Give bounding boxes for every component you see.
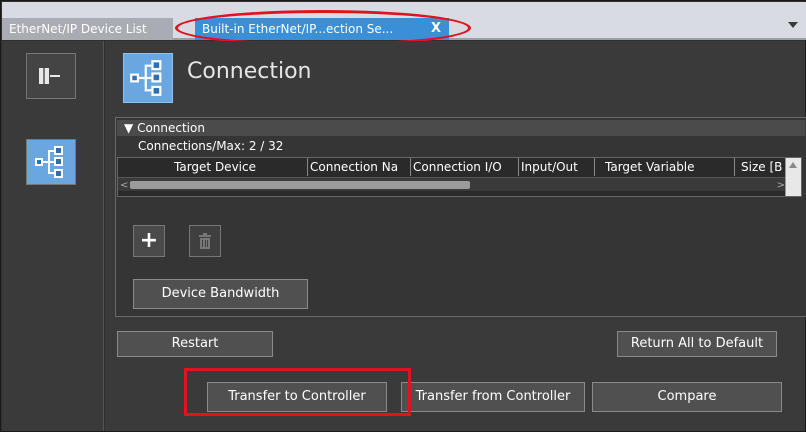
column-header[interactable]: Connection Na (307, 158, 410, 176)
table-header: Target Device Connection Na Connection I… (118, 158, 788, 176)
main-content: Connection ▼ Connection Connections/Max:… (105, 41, 806, 431)
tab-connection-settings[interactable]: Built-in EtherNet/IP...ection Se... X (195, 18, 449, 40)
connection-panel: ▼ Connection Connections/Max: 2 / 32 Tar… (115, 117, 806, 317)
connection-section-toggle[interactable]: ▼ Connection (117, 120, 805, 136)
device-icon (39, 68, 60, 84)
sidebar-item-device[interactable] (26, 53, 76, 99)
column-header[interactable]: Target Variable (594, 158, 734, 176)
window-frame: EtherNet/IP Device List Built-in EtherNe… (0, 0, 806, 432)
scroll-up-icon[interactable] (789, 162, 797, 168)
tab-connection-settings-label: Built-in EtherNet/IP...ection Se... (202, 22, 394, 36)
tab-device-list-label: EtherNet/IP Device List (9, 22, 147, 36)
transfer-to-controller-button[interactable]: Transfer to Controller (207, 382, 387, 412)
connections-max-label: Connections/Max: 2 / 32 (138, 139, 284, 153)
scroll-left-icon[interactable]: < (120, 180, 128, 191)
expand-triangle-icon: ▼ (124, 121, 134, 135)
tab-menu-chevron-icon[interactable] (788, 22, 798, 28)
plus-icon: + (139, 228, 159, 253)
transfer-from-controller-button[interactable]: Transfer from Controller (401, 382, 585, 412)
column-header[interactable]: Target Device (174, 158, 256, 176)
vertical-scrollbar[interactable] (785, 158, 801, 196)
connection-tree-icon (35, 146, 63, 178)
editor-tab-bar: EtherNet/IP Device List Built-in EtherNe… (2, 2, 806, 40)
return-all-to-default-button[interactable]: Return All to Default (617, 331, 777, 357)
tab-device-list[interactable]: EtherNet/IP Device List (2, 18, 173, 40)
column-header[interactable]: Input/Out (518, 158, 593, 176)
page-title: Connection (187, 59, 312, 84)
connection-table[interactable]: Target Device Connection Na Connection I… (117, 157, 802, 197)
compare-button[interactable]: Compare (592, 382, 782, 412)
add-connection-button[interactable]: + (133, 225, 165, 257)
device-bandwidth-button[interactable]: Device Bandwidth (133, 279, 308, 309)
connection-tree-icon (123, 53, 173, 103)
column-header[interactable]: Size [B (734, 158, 788, 176)
section-title: Connection (137, 121, 205, 135)
left-sidebar (2, 41, 104, 431)
delete-connection-button[interactable] (189, 225, 221, 257)
close-icon[interactable]: X (431, 18, 441, 40)
scroll-right-icon[interactable]: > (777, 180, 785, 191)
trash-icon (199, 233, 211, 249)
scroll-thumb[interactable] (130, 181, 470, 189)
column-header[interactable]: Connection I/O (410, 158, 518, 176)
restart-button[interactable]: Restart (117, 331, 273, 357)
sidebar-item-connection[interactable] (26, 139, 76, 185)
horizontal-scrollbar[interactable]: < > (118, 177, 787, 191)
